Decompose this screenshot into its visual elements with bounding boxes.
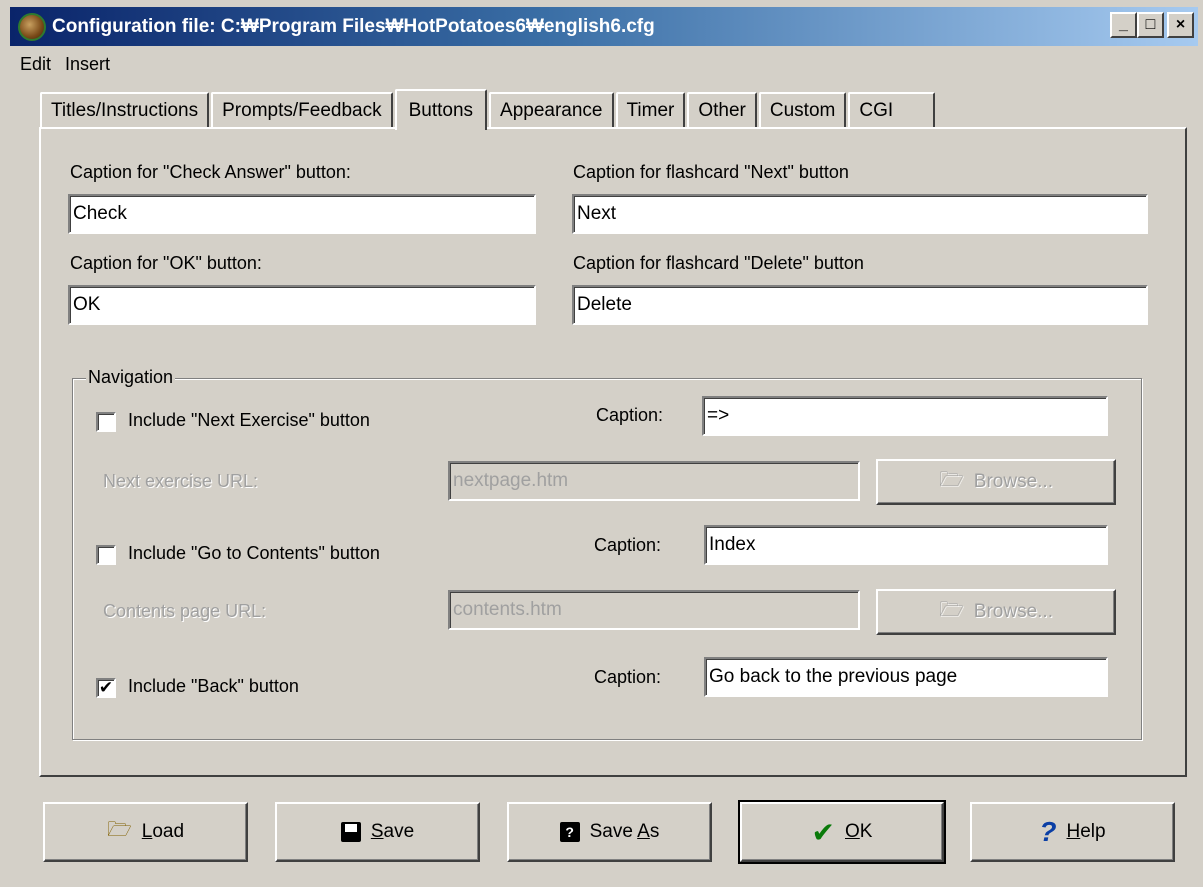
title-bar[interactable]: Configuration file: C:₩Program Files₩Hot… — [10, 7, 1198, 46]
go-to-contents-checkbox[interactable] — [96, 545, 116, 565]
check-answer-caption-field[interactable]: Check — [68, 194, 536, 234]
save-as-icon: ? — [559, 822, 580, 842]
tab-custom[interactable]: Custom — [758, 92, 847, 128]
load-label: Load — [141, 821, 185, 842]
load-button[interactable]: 🗁 Load — [43, 802, 248, 862]
contents-browse-button[interactable]: 🗁 Browse... — [876, 589, 1116, 635]
menu-insert[interactable]: Insert — [65, 54, 110, 75]
back-button-label[interactable]: Include "Back" button — [128, 676, 299, 697]
tab-prompts-feedback[interactable]: Prompts/Feedback — [211, 92, 393, 128]
tab-cgi[interactable]: CGI — [848, 92, 936, 128]
back-button-checkbox[interactable]: ✔ — [96, 678, 116, 698]
save-label: Save — [370, 821, 415, 842]
minimize-button[interactable]: _ — [1110, 12, 1137, 38]
ok-label: OK — [845, 821, 873, 842]
check-mark-icon: ✔ — [811, 816, 835, 848]
next-exercise-url-label: Next exercise URL: — [103, 471, 259, 491]
tab-appearance[interactable]: Appearance — [489, 92, 614, 128]
next-exercise-caption-label: Caption: — [596, 405, 664, 425]
next-exercise-caption-field[interactable]: => — [702, 396, 1108, 436]
window-title: Configuration file: C:₩Program Files₩Hot… — [52, 15, 655, 37]
floppy-disk-icon — [340, 822, 361, 842]
help-button[interactable]: ? Help — [970, 802, 1175, 862]
back-caption-label: Caption: — [594, 667, 662, 687]
next-exercise-browse-button[interactable]: 🗁 Browse... — [876, 459, 1116, 505]
navigation-legend: Navigation — [86, 367, 176, 388]
next-exercise-checkbox[interactable] — [96, 412, 116, 432]
tab-buttons[interactable]: Buttons — [394, 89, 488, 130]
save-as-label: Save As — [589, 821, 660, 842]
close-icon: × — [1175, 16, 1186, 33]
tab-titles-instructions[interactable]: Titles/Instructions — [40, 92, 210, 128]
delete-caption-field[interactable]: Delete — [572, 285, 1148, 325]
next-caption-label: Caption for flashcard "Next" button — [573, 162, 849, 182]
maximize-button[interactable]: □ — [1137, 12, 1164, 38]
save-as-button[interactable]: ? Save As — [507, 802, 712, 862]
question-mark-icon: ? — [1039, 816, 1057, 847]
ok-caption-field[interactable]: OK — [68, 285, 536, 325]
back-caption-field[interactable]: Go back to the previous page — [704, 657, 1108, 697]
tab-timer[interactable]: Timer — [615, 92, 686, 128]
hot-potatoes-app-icon[interactable] — [18, 12, 46, 41]
contents-url-field[interactable]: contents.htm — [448, 590, 860, 630]
ok-button[interactable]: ✔ OK — [738, 800, 946, 864]
menu-edit[interactable]: Edit — [20, 54, 51, 75]
open-folder-icon: 🗁 — [938, 469, 964, 491]
tab-other[interactable]: Other — [687, 92, 757, 128]
close-button[interactable]: × — [1167, 12, 1194, 38]
next-exercise-label[interactable]: Include "Next Exercise" button — [128, 410, 370, 431]
ok-caption-label: Caption for "OK" button: — [70, 253, 262, 273]
contents-url-label: Contents page URL: — [103, 601, 267, 621]
help-label: Help — [1066, 821, 1106, 842]
menu-bar: Edit Insert — [20, 54, 124, 75]
open-folder-icon: 🗁 — [106, 819, 132, 841]
next-exercise-url-field[interactable]: nextpage.htm — [448, 461, 860, 501]
check-answer-caption-label: Caption for "Check Answer" button: — [70, 162, 351, 182]
open-folder-icon: 🗁 — [938, 599, 964, 621]
minimize-icon: _ — [1119, 16, 1128, 33]
contents-caption-label: Caption: — [594, 535, 662, 555]
next-caption-field[interactable]: Next — [572, 194, 1148, 234]
save-button[interactable]: Save — [275, 802, 480, 862]
tab-strip: Titles/Instructions Prompts/Feedback But… — [40, 88, 937, 130]
go-to-contents-label[interactable]: Include "Go to Contents" button — [128, 543, 380, 564]
maximize-icon: □ — [1145, 16, 1156, 33]
contents-caption-field[interactable]: Index — [704, 525, 1108, 565]
delete-caption-label: Caption for flashcard "Delete" button — [573, 253, 864, 273]
